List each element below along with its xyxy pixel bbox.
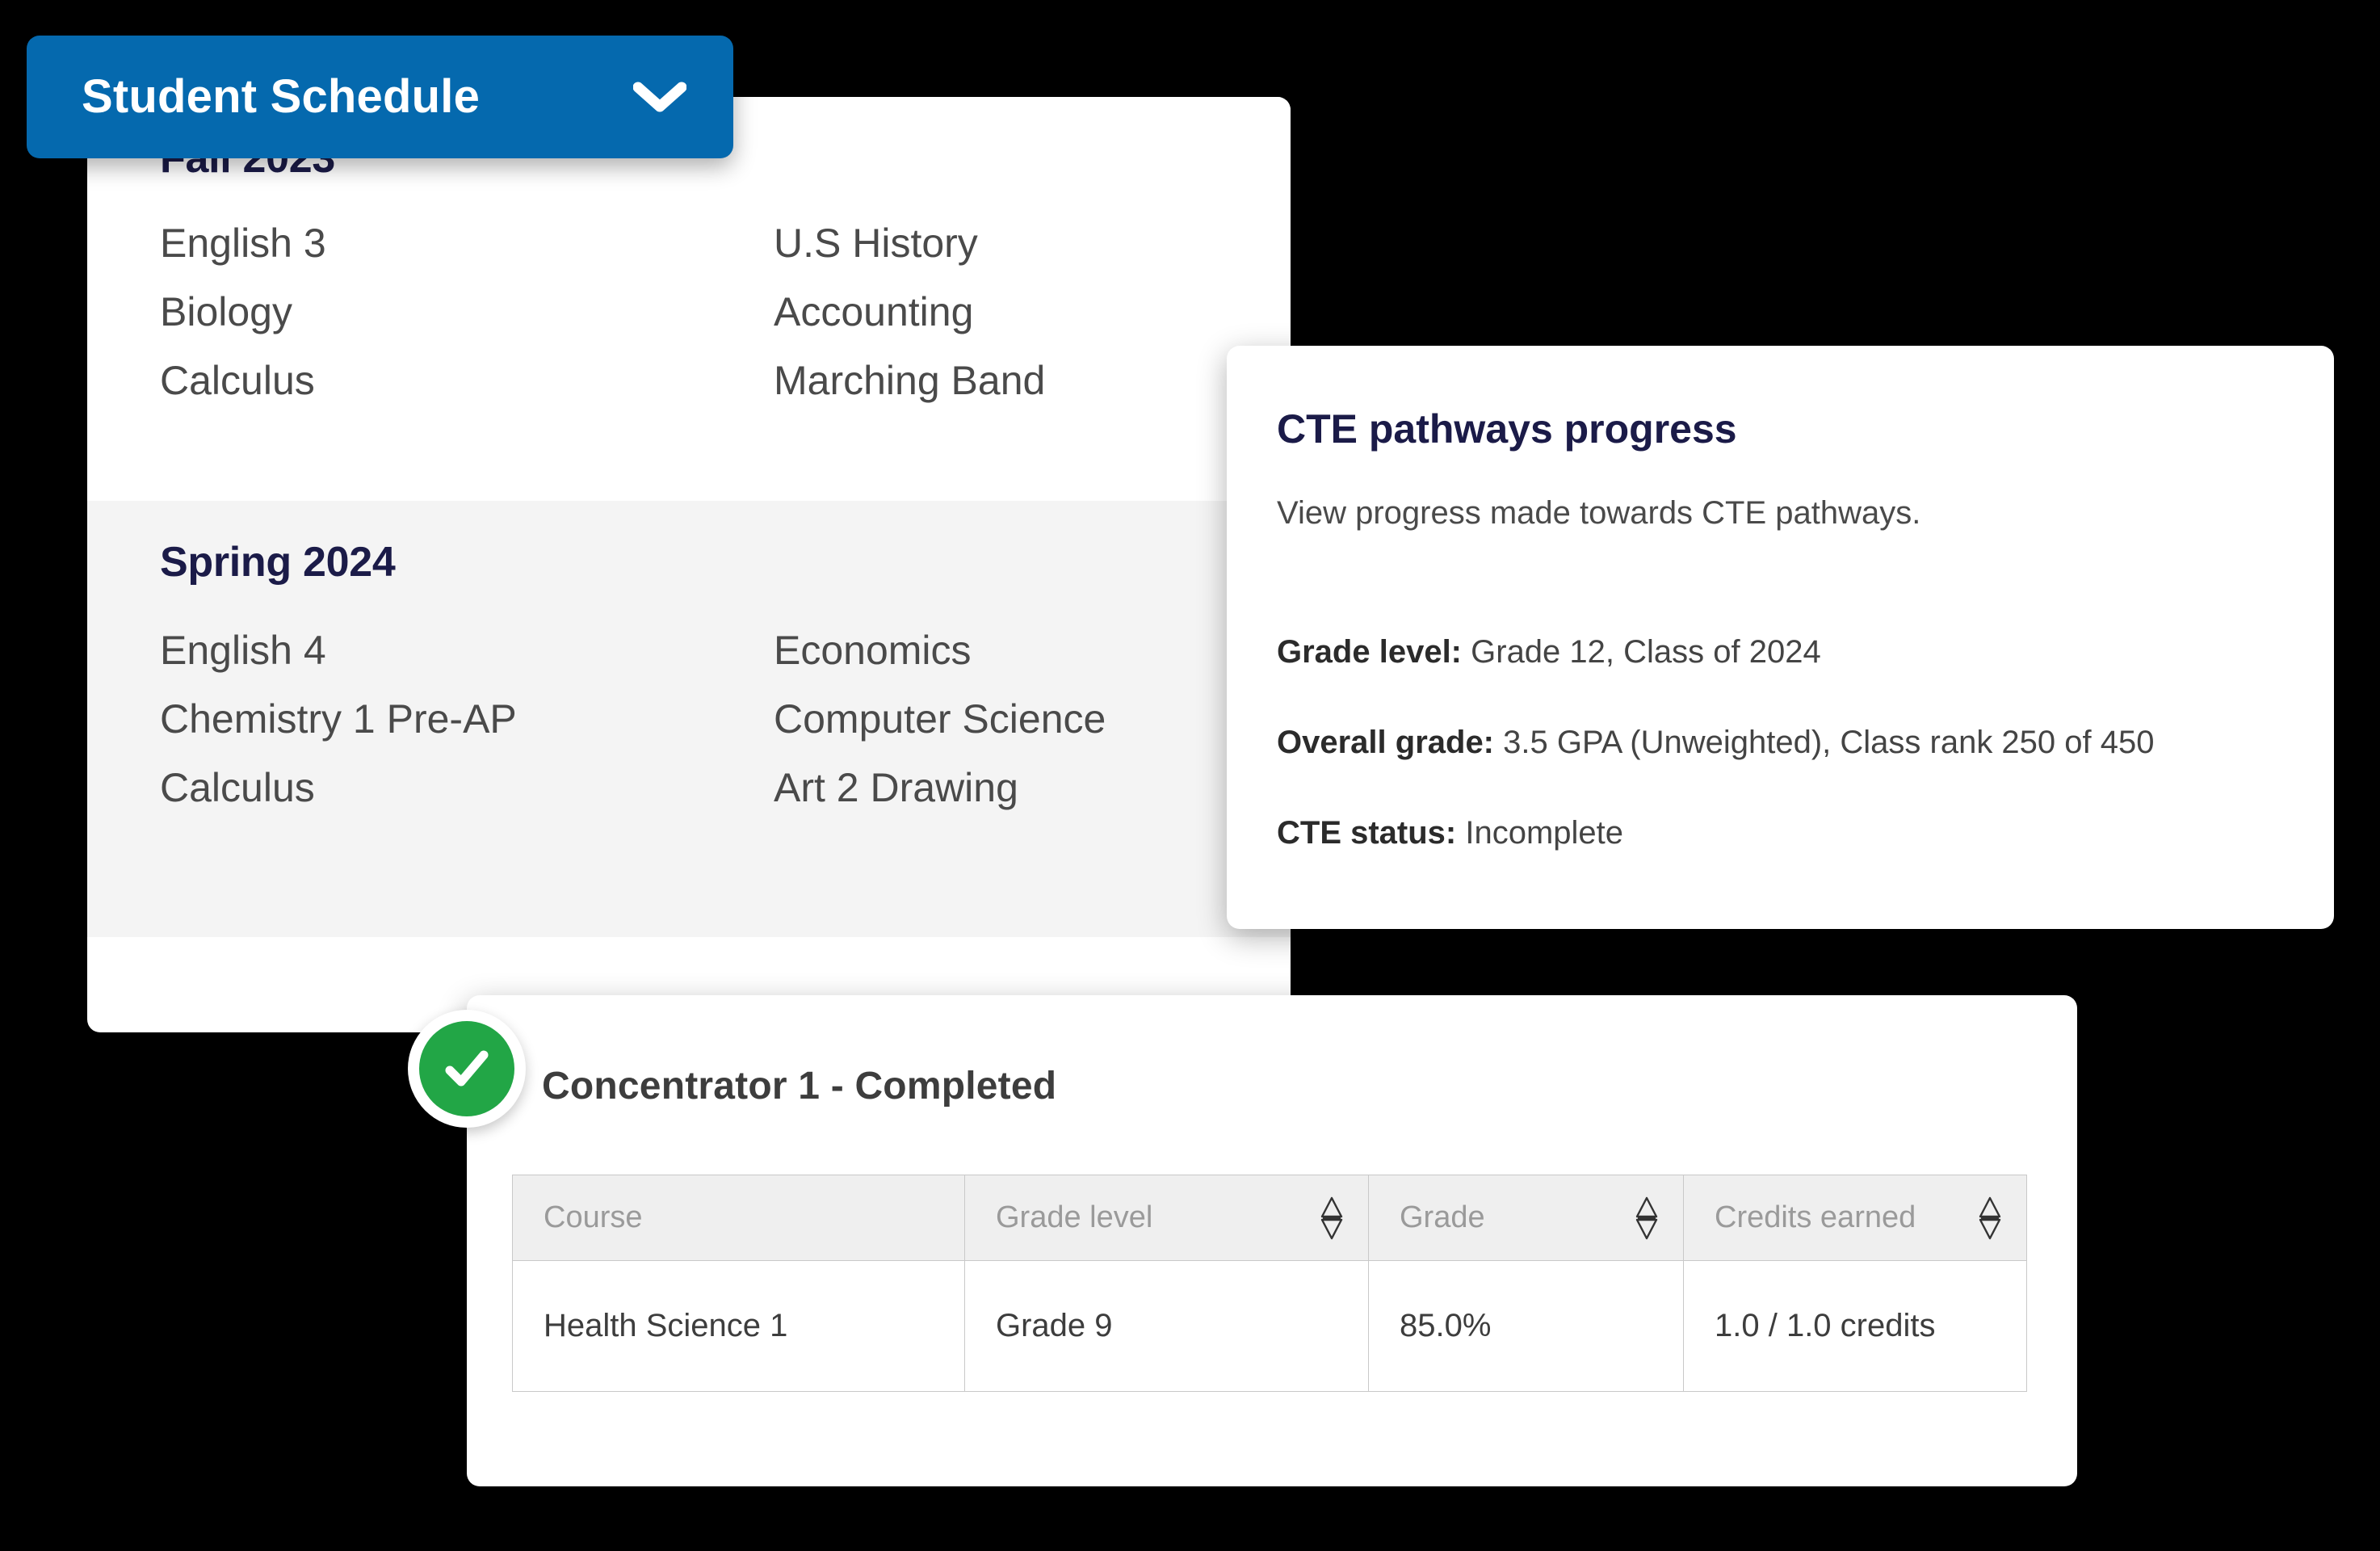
- sort-updown-icon[interactable]: [1635, 1196, 1659, 1241]
- course-item: Accounting: [774, 289, 974, 335]
- concentrator-heading: Concentrator 1 - Completed: [542, 1065, 1057, 1108]
- column-header-course[interactable]: Course: [512, 1175, 965, 1261]
- student-schedule-toggle-button[interactable]: Student Schedule: [27, 36, 733, 158]
- course-item: Chemistry 1 Pre-AP: [160, 696, 517, 742]
- cte-detail-label: Grade level:: [1277, 634, 1463, 670]
- course-item: Biology: [160, 289, 292, 335]
- column-header-credits-earned[interactable]: Credits earned: [1683, 1175, 2027, 1261]
- cte-card-title: CTE pathways progress: [1277, 406, 1737, 452]
- table-row: Health Science 1 Grade 9 85.0% 1.0 / 1.0…: [512, 1260, 2027, 1392]
- column-header-label: Grade: [1400, 1200, 1485, 1234]
- student-schedule-toggle-label: Student Schedule: [82, 70, 481, 123]
- cell-course: Health Science 1: [512, 1260, 965, 1392]
- cte-detail-value: Grade 12, Class of 2024: [1462, 634, 1821, 670]
- course-item: English 4: [160, 628, 326, 674]
- cte-pathways-progress-card: CTE pathways progress View progress made…: [1227, 346, 2334, 929]
- column-header-label: Grade level: [996, 1200, 1153, 1234]
- column-header-grade[interactable]: Grade: [1368, 1175, 1684, 1261]
- cte-detail-cte-status: CTE status: Incomplete: [1277, 813, 2277, 852]
- credits-table: Course Grade level Grade Credits earned …: [512, 1175, 2027, 1392]
- cell-credits-earned: 1.0 / 1.0 credits: [1683, 1260, 2027, 1392]
- term-section-spring: Spring 2024 English 4 Chemistry 1 Pre-AP…: [87, 501, 1291, 937]
- column-header-label: Course: [544, 1200, 643, 1234]
- status-badge: Incomplete: [1456, 815, 1624, 851]
- chevron-down-icon: [633, 82, 686, 112]
- cell-grade: 85.0%: [1368, 1260, 1684, 1392]
- cte-detail-label: Overall grade:: [1277, 725, 1495, 760]
- course-grid: English 3 Biology Calculus U.S History A…: [160, 219, 1218, 406]
- column-header-label: Credits earned: [1715, 1200, 1916, 1234]
- credits-table-head: Course Grade level Grade Credits earned: [512, 1175, 2027, 1261]
- column-header-grade-level[interactable]: Grade level: [964, 1175, 1369, 1261]
- check-circle-disc: [419, 1021, 514, 1116]
- sort-updown-icon[interactable]: [1320, 1196, 1344, 1241]
- course-item: Calculus: [160, 358, 315, 404]
- student-schedule-card: Fall 2023 English 3 Biology Calculus U.S…: [87, 97, 1291, 1032]
- table-header-row: Course Grade level Grade Credits earned: [512, 1175, 2027, 1261]
- course-item: Marching Band: [774, 358, 1046, 404]
- concentrator-card: Concentrator 1 - Completed Course Grade …: [408, 995, 2077, 1486]
- cte-detail-overall-grade: Overall grade: 3.5 GPA (Unweighted), Cla…: [1277, 723, 2277, 762]
- course-item: U.S History: [774, 221, 978, 267]
- course-item: Economics: [774, 628, 972, 674]
- course-item: Computer Science: [774, 696, 1106, 742]
- check-circle-icon: [408, 1010, 526, 1128]
- course-grid: English 4 Chemistry 1 Pre-AP Calculus Ec…: [160, 626, 1218, 813]
- credits-table-body: Health Science 1 Grade 9 85.0% 1.0 / 1.0…: [512, 1260, 2027, 1392]
- cell-grade-level: Grade 9: [964, 1260, 1369, 1392]
- cte-detail-label: CTE status:: [1277, 815, 1457, 851]
- course-item: English 3: [160, 221, 326, 267]
- term-title: Spring 2024: [160, 539, 396, 586]
- course-item: Calculus: [160, 765, 315, 811]
- cte-detail-value: 3.5 GPA (Unweighted), Class rank 250 of …: [1494, 725, 2155, 760]
- checkmark-glyph-icon: [445, 1050, 489, 1087]
- course-item: Art 2 Drawing: [774, 765, 1018, 811]
- cte-detail-grade-level: Grade level: Grade 12, Class of 2024: [1277, 633, 2277, 671]
- cte-card-subtitle: View progress made towards CTE pathways.: [1277, 495, 1921, 531]
- sort-updown-icon[interactable]: [1978, 1196, 2002, 1241]
